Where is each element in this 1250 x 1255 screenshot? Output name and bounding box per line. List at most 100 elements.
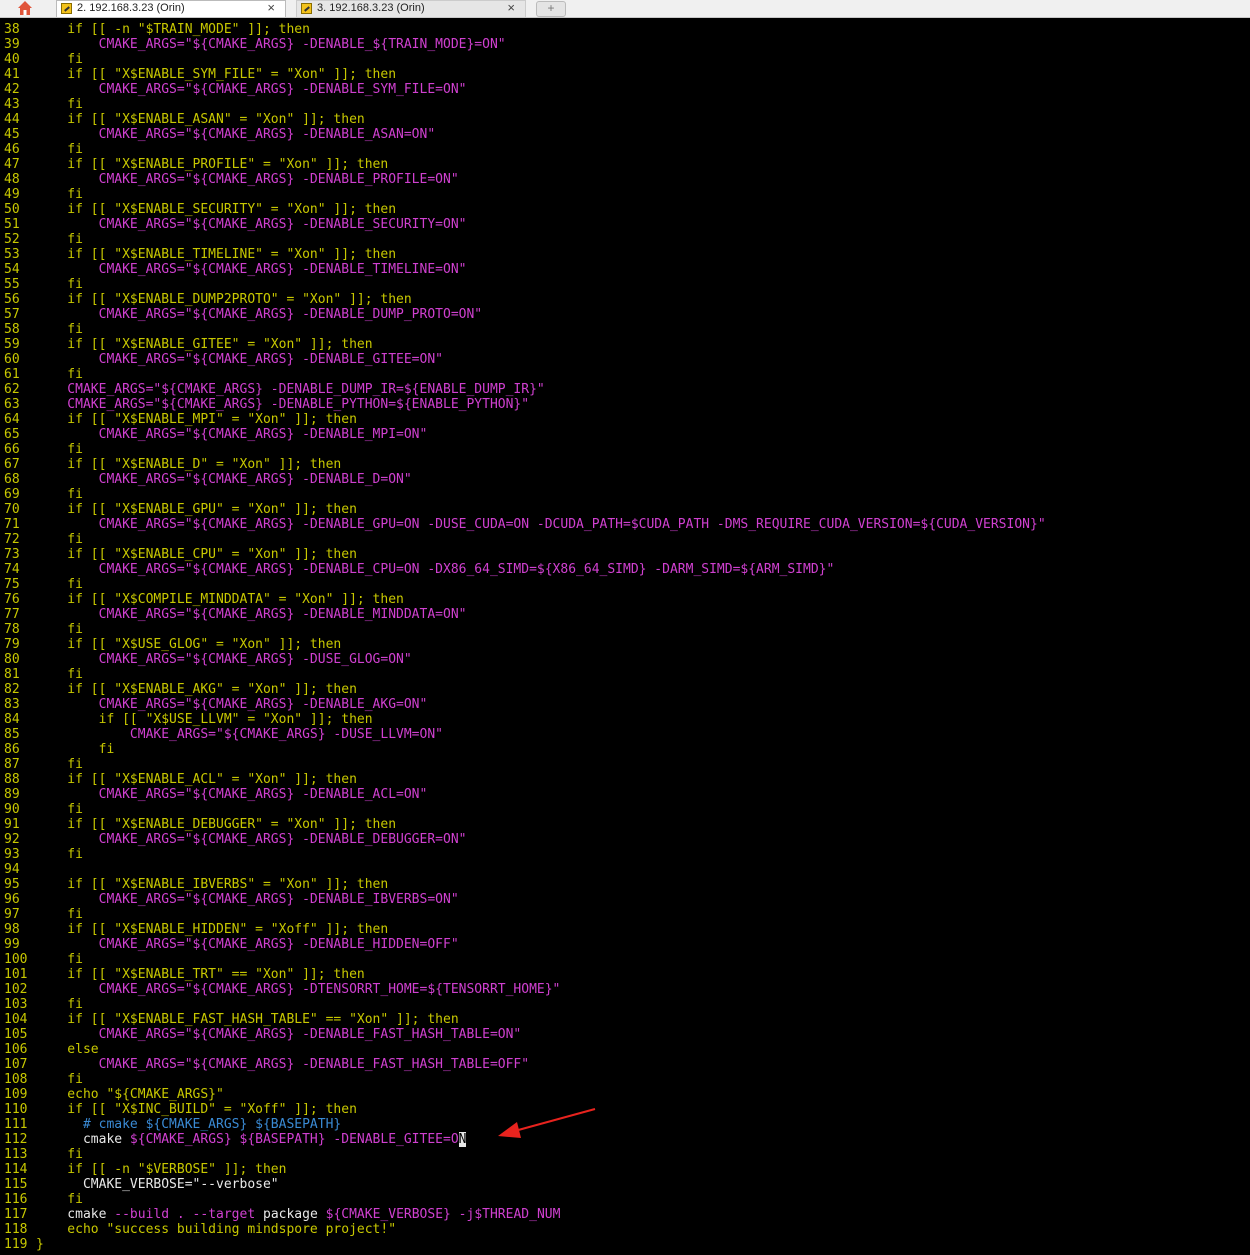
code-token: fi [36, 187, 83, 202]
code-line: 105 CMAKE_ARGS="${CMAKE_ARGS} -DENABLE_F… [0, 1027, 521, 1042]
code-line: 42 CMAKE_ARGS="${CMAKE_ARGS} -DENABLE_SY… [0, 82, 466, 97]
code-token: if [[ "X$ENABLE_PROFILE" = "Xon" ]]; the… [36, 157, 389, 172]
code-token: fi [36, 622, 83, 637]
code-line: 60 CMAKE_ARGS="${CMAKE_ARGS} -DENABLE_GI… [0, 352, 443, 367]
line-number: 92 [4, 832, 20, 847]
line-number: 100 [4, 952, 28, 967]
line-number: 54 [4, 262, 20, 277]
code-token: CMAKE_ARGS="${CMAKE_ARGS} -DENABLE_TIMEL… [36, 262, 467, 277]
code-token: CMAKE_ARGS="${CMAKE_ARGS} -DENABLE_SECUR… [36, 217, 467, 232]
tab-session-2[interactable]: 2. 192.168.3.23 (Orin) × [56, 0, 286, 17]
line-number: 80 [4, 652, 20, 667]
code-line: 61 fi [0, 367, 83, 382]
code-line: 74 CMAKE_ARGS="${CMAKE_ARGS} -DENABLE_CP… [0, 562, 834, 577]
code-token: fi [36, 52, 83, 67]
code-token: if [[ "X$ENABLE_GPU" = "Xon" ]]; then [36, 502, 357, 517]
close-icon[interactable]: × [507, 0, 515, 15]
line-number: 108 [4, 1072, 28, 1087]
line-number: 110 [4, 1102, 28, 1117]
code-token: echo "${CMAKE_ARGS}" [36, 1087, 224, 1102]
code-token: if [[ "X$ENABLE_CPU" = "Xon" ]]; then [36, 547, 357, 562]
code-line: 68 CMAKE_ARGS="${CMAKE_ARGS} -DENABLE_D=… [0, 472, 412, 487]
home-tab[interactable] [0, 0, 48, 17]
code-line: 59 if [[ "X$ENABLE_GITEE" = "Xon" ]]; th… [0, 337, 373, 352]
line-number: 104 [4, 1012, 28, 1027]
line-number: 75 [4, 577, 20, 592]
code-token: CMAKE_ARGS="${CMAKE_ARGS} -DENABLE_DEBUG… [36, 832, 467, 847]
code-token: CMAKE_ARGS="${CMAKE_ARGS} -DENABLE_CPU=O… [36, 562, 835, 577]
code-token: --build . --target [114, 1207, 263, 1222]
close-icon[interactable]: × [267, 0, 275, 15]
code-line: 111 # cmake ${CMAKE_ARGS} ${BASEPATH} [0, 1117, 341, 1132]
code-line: 116 fi [0, 1192, 83, 1207]
code-token: if [[ -n "$VERBOSE" ]]; then [36, 1162, 287, 1177]
code-line: 79 if [[ "X$USE_GLOG" = "Xon" ]]; then [0, 637, 341, 652]
code-line: 39 CMAKE_ARGS="${CMAKE_ARGS} -DENABLE_${… [0, 37, 506, 52]
code-line: 57 CMAKE_ARGS="${CMAKE_ARGS} -DENABLE_DU… [0, 307, 482, 322]
line-number: 52 [4, 232, 20, 247]
code-line: 64 if [[ "X$ENABLE_MPI" = "Xon" ]]; then [0, 412, 357, 427]
terminal-editor[interactable]: 38 if [[ -n "$TRAIN_MODE" ]]; then 39 CMA… [0, 18, 1250, 1255]
code-line: 107 CMAKE_ARGS="${CMAKE_ARGS} -DENABLE_F… [0, 1057, 529, 1072]
line-number: 102 [4, 982, 28, 997]
line-number: 83 [4, 697, 20, 712]
code-token: fi [36, 1147, 83, 1162]
code-line: 72 fi [0, 532, 83, 547]
line-number: 62 [4, 382, 20, 397]
code-line: 63 CMAKE_ARGS="${CMAKE_ARGS} -DENABLE_PY… [0, 397, 529, 412]
line-number: 70 [4, 502, 20, 517]
code-token: fi [36, 1192, 83, 1207]
line-number: 73 [4, 547, 20, 562]
line-number: 39 [4, 37, 20, 52]
line-number: 101 [4, 967, 28, 982]
code-line: 91 if [[ "X$ENABLE_DEBUGGER" = "Xon" ]];… [0, 817, 396, 832]
line-number: 86 [4, 742, 20, 757]
terminal-session-icon [301, 3, 312, 14]
code-token: if [[ "X$ENABLE_SYM_FILE" = "Xon" ]]; th… [36, 67, 397, 82]
code-token: fi [36, 142, 83, 157]
code-token: CMAKE_ARGS="${CMAKE_ARGS} -DENABLE_FAST_… [36, 1027, 522, 1042]
code-line: 115 CMAKE_VERBOSE="--verbose" [0, 1177, 279, 1192]
line-number: 50 [4, 202, 20, 217]
code-line: 46 fi [0, 142, 83, 157]
code-line: 96 CMAKE_ARGS="${CMAKE_ARGS} -DENABLE_IB… [0, 892, 459, 907]
code-line: 56 if [[ "X$ENABLE_DUMP2PROTO" = "Xon" ]… [0, 292, 412, 307]
annotation-arrow-icon [498, 1108, 596, 1138]
line-number: 95 [4, 877, 20, 892]
line-number: 61 [4, 367, 20, 382]
code-line: 83 CMAKE_ARGS="${CMAKE_ARGS} -DENABLE_AK… [0, 697, 427, 712]
code-line: 114 if [[ -n "$VERBOSE" ]]; then [0, 1162, 286, 1177]
code-token: CMAKE_ARGS="${CMAKE_ARGS} -DUSE_GLOG=ON" [36, 652, 412, 667]
line-number: 97 [4, 907, 20, 922]
new-tab-button[interactable]: + [536, 1, 566, 17]
code-token: CMAKE_ARGS="${CMAKE_ARGS} -DENABLE_ASAN=… [36, 127, 436, 142]
line-number: 84 [4, 712, 20, 727]
code-line: 110 if [[ "X$INC_BUILD" = "Xoff" ]]; the… [0, 1102, 357, 1117]
code-token: cmake [36, 1132, 130, 1147]
line-number: 58 [4, 322, 20, 337]
code-token: fi [36, 487, 83, 502]
code-line: 87 fi [0, 757, 83, 772]
line-number: 85 [4, 727, 20, 742]
code-token: fi [36, 907, 83, 922]
code-line: 119} [0, 1237, 44, 1252]
line-number: 82 [4, 682, 20, 697]
code-line: 45 CMAKE_ARGS="${CMAKE_ARGS} -DENABLE_AS… [0, 127, 435, 142]
code-token: ${CMAKE_VERBOSE} -j$THREAD_NUM [325, 1207, 561, 1222]
line-number: 81 [4, 667, 20, 682]
code-token: CMAKE_ARGS="${CMAKE_ARGS} -DENABLE_PROFI… [36, 172, 459, 187]
line-number: 69 [4, 487, 20, 502]
code-line: 88 if [[ "X$ENABLE_ACL" = "Xon" ]]; then [0, 772, 357, 787]
line-number: 112 [4, 1132, 28, 1147]
code-line: 108 fi [0, 1072, 83, 1087]
line-number: 45 [4, 127, 20, 142]
line-number: 115 [4, 1177, 28, 1192]
code-token: CMAKE_ARGS="${CMAKE_ARGS} -DENABLE_AKG=O… [36, 697, 428, 712]
code-token: CMAKE_ARGS="${CMAKE_ARGS} -DENABLE_FAST_… [36, 1057, 530, 1072]
code-line: 40 fi [0, 52, 83, 67]
code-line: 78 fi [0, 622, 83, 637]
code-line: 58 fi [0, 322, 83, 337]
tab-session-3[interactable]: 3. 192.168.3.23 (Orin) × [296, 0, 526, 17]
code-line: 44 if [[ "X$ENABLE_ASAN" = "Xon" ]]; the… [0, 112, 365, 127]
code-token: CMAKE_ARGS="${CMAKE_ARGS} -DENABLE_MPI=O… [36, 427, 428, 442]
